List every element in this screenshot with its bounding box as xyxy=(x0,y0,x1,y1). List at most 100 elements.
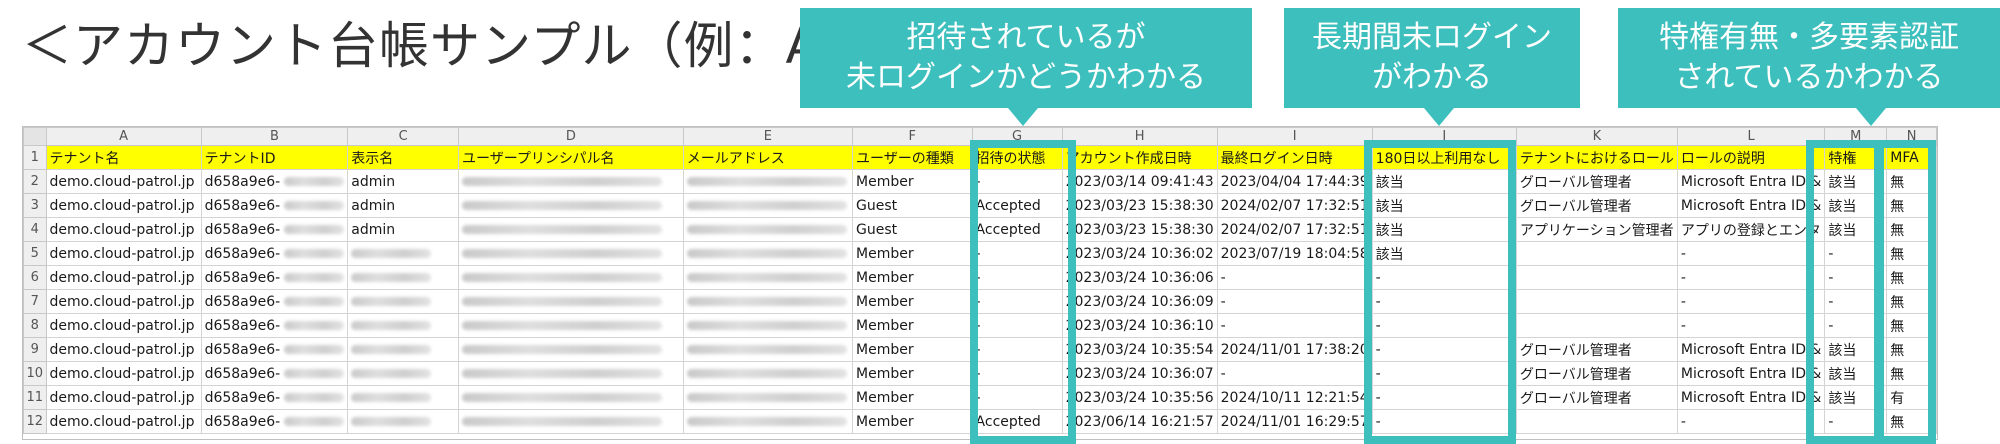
cell-priv[interactable]: - xyxy=(1824,313,1888,338)
cell-desc[interactable]: - xyxy=(1676,409,1826,434)
header-cell[interactable]: テナントID xyxy=(200,145,349,170)
cell-last[interactable]: - xyxy=(1216,361,1373,386)
row-number[interactable]: 11 xyxy=(23,385,47,410)
cell-unused[interactable]: 該当 xyxy=(1371,217,1517,242)
header-cell[interactable]: ユーザーの種類 xyxy=(852,145,973,170)
cell-unused[interactable]: 該当 xyxy=(1371,241,1517,266)
row-number[interactable]: 9 xyxy=(23,337,47,362)
cell-created[interactable]: 2023/03/24 10:36:02 xyxy=(1061,241,1218,266)
cell-created[interactable]: 2023/03/24 10:36:06 xyxy=(1061,265,1218,290)
cell-last[interactable]: 2023/07/19 18:04:58 xyxy=(1216,241,1373,266)
cell-type[interactable]: Member xyxy=(852,337,973,362)
cell-display[interactable]: admin xyxy=(347,217,460,242)
cell-tenant[interactable]: demo.cloud-patrol.jp xyxy=(45,361,202,386)
header-cell[interactable]: 最終ログイン日時 xyxy=(1216,145,1373,170)
cell-mfa[interactable]: 無 xyxy=(1886,361,1937,386)
header-cell[interactable]: ロールの説明 xyxy=(1676,145,1826,170)
header-cell[interactable]: MFA xyxy=(1886,145,1937,170)
cell-role[interactable] xyxy=(1515,409,1678,434)
cell-type[interactable]: Member xyxy=(852,385,973,410)
cell-upn[interactable] xyxy=(458,217,684,242)
cell-display[interactable] xyxy=(347,313,460,338)
row-number[interactable]: 8 xyxy=(23,313,47,338)
cell-upn[interactable] xyxy=(458,193,684,218)
cell-invite[interactable]: - xyxy=(971,289,1063,314)
cell-invite[interactable]: - xyxy=(971,337,1063,362)
cell-email[interactable] xyxy=(682,241,854,266)
cell-invite[interactable]: - xyxy=(971,241,1063,266)
cell-upn[interactable] xyxy=(458,265,684,290)
cell-mfa[interactable]: 無 xyxy=(1886,193,1937,218)
cell-email[interactable] xyxy=(682,337,854,362)
cell-display[interactable]: admin xyxy=(347,169,460,194)
cell-type[interactable]: Member xyxy=(852,313,973,338)
cell-type[interactable]: Guest xyxy=(852,217,973,242)
cell-priv[interactable]: - xyxy=(1824,409,1888,434)
cell-mfa[interactable]: 無 xyxy=(1886,313,1937,338)
column-header[interactable]: L xyxy=(1676,127,1826,146)
cell-desc[interactable]: アプリの登録とエンタ xyxy=(1676,217,1826,242)
cell-mfa[interactable]: 無 xyxy=(1886,409,1937,434)
cell-email[interactable] xyxy=(682,385,854,410)
cell-mfa[interactable]: 無 xyxy=(1886,289,1937,314)
cell-email[interactable] xyxy=(682,193,854,218)
cell-priv[interactable]: 該当 xyxy=(1824,385,1888,410)
header-cell[interactable]: 180日以上利用なし xyxy=(1371,145,1517,170)
cell-created[interactable]: 2023/03/24 10:36:10 xyxy=(1061,313,1218,338)
cell-type[interactable]: Member xyxy=(852,289,973,314)
cell-tid[interactable]: d658a9e6- xyxy=(200,337,349,362)
cell-unused[interactable]: - xyxy=(1371,361,1517,386)
cell-priv[interactable]: 該当 xyxy=(1824,337,1888,362)
column-header[interactable]: D xyxy=(458,127,684,146)
cell-created[interactable]: 2023/06/14 16:21:57 xyxy=(1061,409,1218,434)
cell-last[interactable]: 2024/11/01 17:38:20 xyxy=(1216,337,1373,362)
cell-tenant[interactable]: demo.cloud-patrol.jp xyxy=(45,169,202,194)
cell-last[interactable]: - xyxy=(1216,265,1373,290)
cell-upn[interactable] xyxy=(458,409,684,434)
cell-last[interactable]: 2024/02/07 17:32:51 xyxy=(1216,217,1373,242)
cell-tenant[interactable]: demo.cloud-patrol.jp xyxy=(45,313,202,338)
cell-desc[interactable]: Microsoft Entra ID & xyxy=(1676,169,1826,194)
cell-desc[interactable]: - xyxy=(1676,313,1826,338)
cell-mfa[interactable]: 無 xyxy=(1886,217,1937,242)
cell-created[interactable]: 2023/03/14 09:41:43 xyxy=(1061,169,1218,194)
cell-tid[interactable]: d658a9e6- xyxy=(200,241,349,266)
column-header[interactable]: N xyxy=(1886,127,1937,146)
cell-tid[interactable]: d658a9e6- xyxy=(200,409,349,434)
cell-role[interactable]: グローバル管理者 xyxy=(1515,361,1678,386)
cell-unused[interactable]: 該当 xyxy=(1371,169,1517,194)
cell-mfa[interactable]: 無 xyxy=(1886,337,1937,362)
cell-role[interactable] xyxy=(1515,313,1678,338)
column-header[interactable]: G xyxy=(971,127,1063,146)
spreadsheet[interactable]: A B C D E F G H I J K L M N 1 テナント名 テナント… xyxy=(22,126,1938,440)
cell-tenant[interactable]: demo.cloud-patrol.jp xyxy=(45,289,202,314)
cell-email[interactable] xyxy=(682,217,854,242)
cell-tid[interactable]: d658a9e6- xyxy=(200,169,349,194)
cell-tid[interactable]: d658a9e6- xyxy=(200,217,349,242)
cell-last[interactable]: 2024/10/11 12:21:54 xyxy=(1216,385,1373,410)
cell-invite[interactable]: - xyxy=(971,169,1063,194)
column-header[interactable]: B xyxy=(200,127,349,146)
row-number[interactable]: 4 xyxy=(23,217,47,242)
cell-email[interactable] xyxy=(682,169,854,194)
select-all-corner[interactable] xyxy=(23,127,47,146)
cell-role[interactable]: グローバル管理者 xyxy=(1515,385,1678,410)
cell-priv[interactable]: 該当 xyxy=(1824,169,1888,194)
cell-role[interactable]: グローバル管理者 xyxy=(1515,337,1678,362)
cell-tenant[interactable]: demo.cloud-patrol.jp xyxy=(45,409,202,434)
cell-tid[interactable]: d658a9e6- xyxy=(200,385,349,410)
cell-mfa[interactable]: 有 xyxy=(1886,385,1937,410)
cell-created[interactable]: 2023/03/24 10:36:07 xyxy=(1061,361,1218,386)
cell-unused[interactable]: - xyxy=(1371,265,1517,290)
cell-desc[interactable]: Microsoft Entra ID & xyxy=(1676,337,1826,362)
cell-created[interactable]: 2023/03/24 10:35:56 xyxy=(1061,385,1218,410)
column-header[interactable]: C xyxy=(347,127,460,146)
cell-last[interactable]: 2024/11/01 16:29:57 xyxy=(1216,409,1373,434)
header-cell[interactable]: メールアドレス xyxy=(682,145,854,170)
header-cell[interactable]: 特権 xyxy=(1824,145,1888,170)
column-header[interactable]: I xyxy=(1216,127,1373,146)
cell-tenant[interactable]: demo.cloud-patrol.jp xyxy=(45,241,202,266)
cell-last[interactable]: 2023/04/04 17:44:39 xyxy=(1216,169,1373,194)
cell-upn[interactable] xyxy=(458,361,684,386)
cell-mfa[interactable]: 無 xyxy=(1886,265,1937,290)
